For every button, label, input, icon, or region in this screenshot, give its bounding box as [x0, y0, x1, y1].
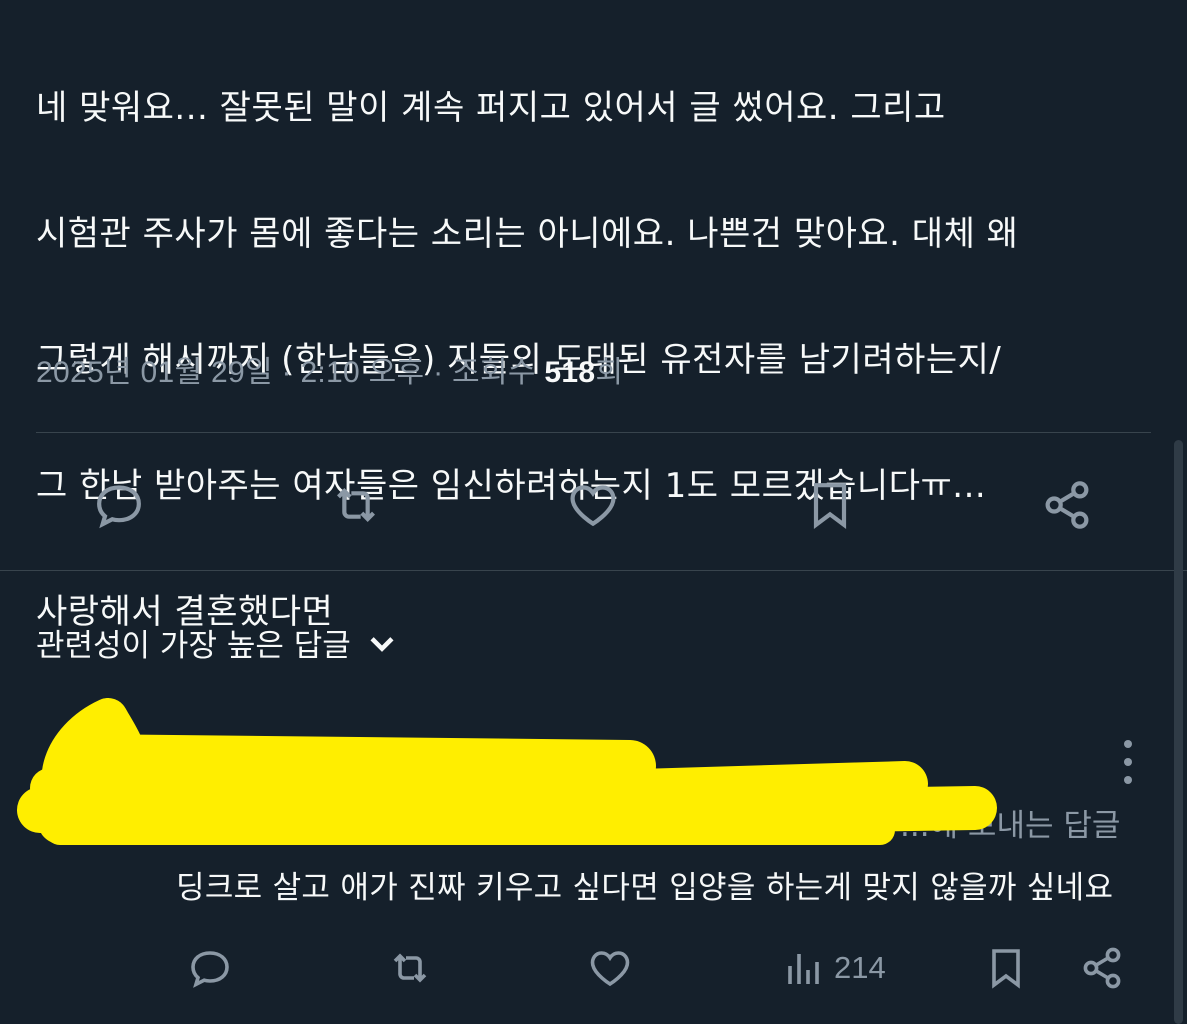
reply-bookmark-button[interactable]	[980, 938, 1032, 998]
heart-icon	[570, 485, 616, 527]
divider	[0, 570, 1187, 571]
reply-like-button[interactable]	[584, 938, 636, 998]
share-icon	[1083, 947, 1121, 989]
views-chart-icon	[788, 954, 819, 984]
meta-separator: ·	[281, 356, 301, 389]
retweet-icon	[393, 953, 427, 983]
bookmark-icon	[813, 483, 847, 530]
tweet-detail-page: 네 맞워요... 잘못된 말이 계속 퍼지고 있어서 글 썼어요. 그리고 시험…	[0, 0, 1187, 1024]
reply-views-count: 214	[834, 950, 886, 985]
share-button[interactable]	[1032, 470, 1102, 540]
divider	[36, 432, 1151, 433]
reply-action-bar: 214	[0, 938, 1187, 998]
retweet-button[interactable]	[321, 470, 391, 540]
bookmark-icon	[992, 949, 1020, 989]
retweet-icon	[337, 488, 375, 522]
heart-icon	[590, 951, 630, 987]
chevron-down-icon	[370, 636, 394, 652]
reply-context: ...에 보내는 답글	[900, 808, 1121, 844]
more-vertical-icon[interactable]	[1112, 740, 1144, 784]
bookmark-button[interactable]	[795, 470, 865, 540]
views-count: 518	[544, 356, 596, 389]
views-label: 조회수	[452, 356, 536, 389]
reply-icon	[191, 951, 229, 988]
reply-sort-label: 관련성이 가장 높은 답글	[36, 628, 351, 664]
reply-text: 딩크로 살고 애가 진짜 키우고 싶다면 입양을 하는게 맞지 않을까 싶네요	[176, 870, 1114, 906]
tweet-text-line: 시험관 주사가 몸에 좋다는 소리는 아니에요. 나쁜건 맞아요. 대체 왜	[36, 214, 1019, 254]
reply-retweet-button[interactable]	[384, 938, 436, 998]
views-suffix: 회	[595, 356, 624, 389]
scrollbar[interactable]	[1174, 440, 1183, 1024]
reply-reply-button[interactable]	[184, 938, 236, 998]
tweet-time[interactable]: 2:10 오후	[300, 356, 424, 389]
share-icon	[1045, 481, 1089, 529]
like-button[interactable]	[558, 470, 628, 540]
tweet-metadata: 2025년 01월 29일 · 2:10 오후 · 조회수 518회	[36, 347, 623, 391]
reply-sort-dropdown[interactable]: 관련성이 가장 높은 답글	[36, 620, 399, 665]
reply-views-button[interactable]: 214	[780, 938, 886, 998]
tweet-action-bar	[0, 470, 1187, 540]
reply-button[interactable]	[84, 470, 154, 540]
meta-separator: ·	[433, 356, 453, 389]
censor-scribble	[17, 698, 997, 845]
tweet-text-line: 네 맞워요... 잘못된 말이 계속 퍼지고 있어서 글 썼어요. 그리고	[36, 88, 946, 128]
reply-icon	[97, 485, 141, 529]
tweet-date[interactable]: 2025년 01월 29일	[36, 356, 273, 389]
reply-share-button[interactable]	[1076, 938, 1128, 998]
